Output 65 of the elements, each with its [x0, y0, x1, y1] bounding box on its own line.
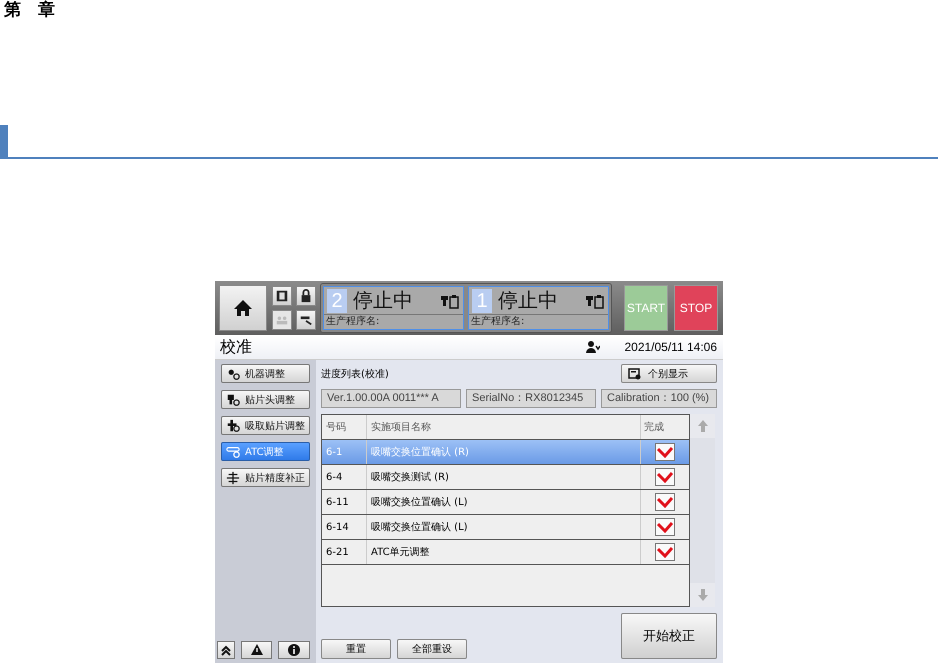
lane-number: 1: [472, 288, 492, 312]
table-cell: 吸嘴交换位置确认 (L): [367, 515, 641, 539]
info-button[interactable]: [278, 641, 310, 659]
column-header: 完成: [643, 420, 665, 435]
machine-clipboard-icon: [585, 292, 605, 308]
table-row[interactable]: 6-14 吸嘴交换位置确认 (L): [322, 515, 689, 540]
crosshair-icon: [226, 470, 240, 484]
done-checkbox[interactable]: [655, 493, 675, 511]
table-cell: 6-21: [322, 540, 367, 564]
list-heading: 进度列表(校准): [321, 368, 390, 380]
info-field: SerialNo：RX8012345: [466, 389, 596, 408]
user-icon: [586, 341, 600, 353]
sidebar-item[interactable]: 吸取贴片调整: [221, 416, 310, 435]
status-text: 停止中: [498, 287, 559, 314]
column-header: 实施项目名称: [367, 415, 641, 439]
action-button[interactable]: 重置: [321, 639, 391, 659]
toolbar-button[interactable]: [272, 286, 292, 306]
table-cell: 6-1: [322, 440, 367, 464]
done-checkbox[interactable]: [655, 518, 675, 536]
program-name-label: 生产程序名:: [470, 315, 526, 329]
start-calibration-button[interactable]: 开始校正: [621, 613, 717, 659]
warning-icon: [250, 643, 264, 657]
done-checkbox[interactable]: [655, 443, 675, 461]
table-cell: 吸嘴交换位置确认 (R): [367, 440, 641, 464]
home-icon: [233, 299, 253, 317]
info-icon: [287, 643, 302, 657]
date-time: 2021/05/11 14:06: [624, 340, 717, 354]
table-cell: 吸嘴交换测试 (R): [367, 465, 641, 489]
double-chevron-icon: [218, 643, 233, 657]
status-text: 停止中: [353, 287, 414, 314]
toolbar-button[interactable]: [296, 286, 316, 306]
info-field: Ver.1.00.00A 0011*** A: [321, 389, 461, 408]
sidebar-item[interactable]: 贴片头调整: [221, 390, 310, 409]
sidebar-item[interactable]: 机器调整: [221, 364, 310, 383]
program-name-label: 生产程序名:: [325, 315, 380, 329]
table-cell: 6-4: [322, 465, 367, 489]
column-header: 号码: [322, 415, 367, 439]
table-cell: ATC单元调整: [367, 540, 641, 564]
done-checkbox[interactable]: [655, 543, 675, 561]
machine-clipboard-icon: [440, 292, 460, 308]
toolbar-button[interactable]: [296, 310, 316, 330]
stop-button[interactable]: STOP: [674, 285, 718, 331]
down-arrow-icon: [698, 589, 708, 601]
list-magnifier-icon: [628, 368, 642, 380]
lane-number: 2: [327, 288, 347, 312]
changer-icon: [226, 444, 240, 458]
chapter-heading: 第 章: [4, 0, 55, 20]
warning-button[interactable]: [240, 641, 272, 659]
collapse-button[interactable]: [217, 641, 235, 659]
table-row[interactable]: 6-11 吸嘴交换位置确认 (L): [322, 490, 689, 515]
info-field: Calibration：100 (%): [601, 389, 717, 408]
action-button[interactable]: 全部重设: [397, 639, 467, 659]
home-button[interactable]: [219, 285, 267, 331]
detail-view-button[interactable]: 个别显示: [621, 364, 717, 383]
table-cell: 6-11: [322, 490, 367, 514]
lock-icon: [299, 289, 313, 303]
up-arrow-icon: [698, 420, 708, 432]
sidebar-item[interactable]: 贴片精度补正: [221, 468, 310, 487]
table-cell: 吸嘴交换位置确认 (L): [367, 490, 641, 514]
screen-title: 校准: [220, 336, 252, 358]
table-row[interactable]: 6-4 吸嘴交换测试 (R): [322, 465, 689, 490]
done-checkbox[interactable]: [655, 468, 675, 486]
table-cell: 6-14: [322, 515, 367, 539]
table-row[interactable]: 6-21 ATC单元调整: [322, 540, 689, 565]
nozzle-icon: [226, 418, 240, 432]
